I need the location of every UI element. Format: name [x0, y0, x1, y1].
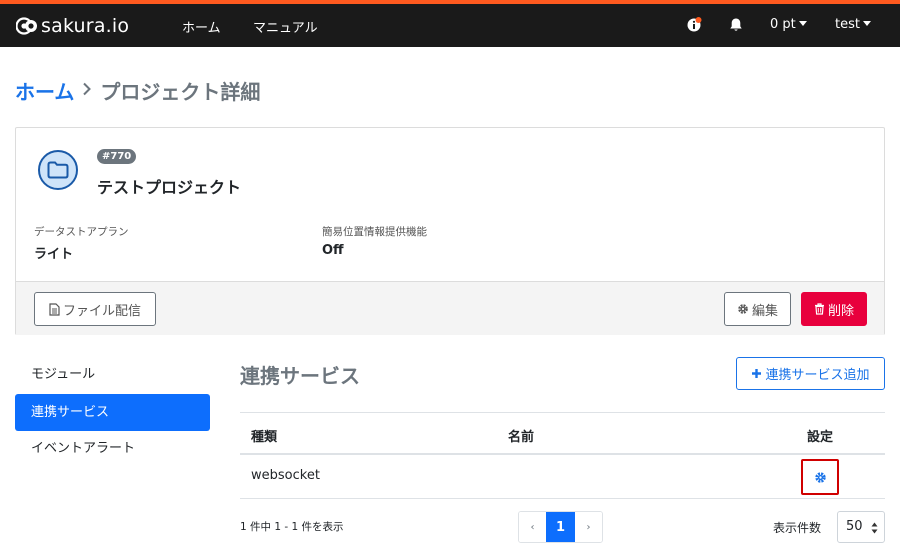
nav-manual-link[interactable]: マニュアル: [253, 17, 318, 36]
location-feature-label: 簡易位置情報提供機能: [322, 226, 427, 238]
user-dropdown[interactable]: test: [835, 17, 871, 32]
bell-icon[interactable]: [728, 17, 744, 33]
pagination-next-button[interactable]: ›: [575, 512, 602, 542]
plus-icon: [752, 369, 762, 378]
service-settings-button[interactable]: [801, 459, 839, 495]
file-delivery-button[interactable]: ファイル配信: [34, 292, 156, 326]
service-type-cell: websocket: [251, 468, 320, 483]
chevron-right-icon: [82, 80, 92, 101]
column-header-settings: 設定: [807, 430, 834, 445]
datastore-plan: データストアプラン ライト: [34, 224, 129, 262]
location-feature-value: Off: [322, 243, 344, 258]
location-feature: 簡易位置情報提供機能 Off: [322, 224, 427, 258]
add-service-label: 連携サービス追加: [765, 368, 870, 383]
breadcrumb: ホーム プロジェクト詳細: [15, 76, 260, 105]
nav-home-link[interactable]: ホーム: [182, 17, 221, 36]
add-service-button[interactable]: 連携サービス追加: [736, 357, 885, 390]
table-header: 種類 名前 設定: [240, 412, 885, 455]
pagination-page-1[interactable]: 1: [546, 512, 575, 542]
navbar: sakura.io ホーム マニュアル 0 pt test: [0, 4, 900, 47]
select-updown-icon: [871, 522, 878, 534]
file-icon: [49, 302, 60, 316]
sakura-logo-icon: [15, 16, 38, 36]
per-page-value: 50: [846, 519, 863, 534]
points-label: 0 pt: [770, 17, 796, 32]
sidebar-item-services[interactable]: 連携サービス: [15, 394, 210, 431]
datastore-plan-label: データストアプラン: [34, 226, 129, 238]
chevron-down-icon: [862, 21, 871, 26]
folder-icon: [38, 150, 78, 190]
file-delivery-label: ファイル配信: [62, 303, 141, 319]
services-table: 種類 名前 設定 websocket: [240, 412, 885, 499]
services-heading: 連携サービス: [240, 364, 360, 388]
card-footer: ファイル配信 編集 削除: [16, 281, 884, 335]
project-id-badge: #770: [97, 149, 137, 164]
sidebar-item-event-alert[interactable]: イベントアラート: [15, 430, 210, 467]
gear-icon: [814, 471, 826, 483]
result-count: 1 件中 1 - 1 件を表示: [240, 521, 344, 533]
edit-label: 編集: [751, 303, 778, 319]
pagination: ‹ 1 ›: [518, 511, 603, 543]
points-dropdown[interactable]: 0 pt: [770, 17, 807, 32]
sidebar-item-modules[interactable]: モジュール: [15, 356, 210, 393]
datastore-plan-value: ライト: [34, 247, 74, 262]
per-page-select[interactable]: 50: [837, 511, 885, 543]
column-header-type: 種類: [251, 430, 278, 445]
page-title: プロジェクト詳細: [100, 80, 261, 104]
breadcrumb-home-link[interactable]: ホーム: [15, 76, 74, 105]
gear-icon: [738, 304, 748, 314]
delete-button[interactable]: 削除: [801, 292, 867, 326]
pagination-prev-button[interactable]: ‹: [519, 512, 546, 542]
project-card: #770 テストプロジェクト データストアプラン ライト 簡易位置情報提供機能 …: [15, 127, 885, 335]
delete-label: 削除: [827, 303, 854, 319]
chevron-down-icon: [798, 21, 807, 26]
per-page-label: 表示件数: [773, 521, 822, 535]
edit-button[interactable]: 編集: [724, 292, 791, 326]
brand-name: sakura.io: [41, 15, 130, 37]
column-header-name: 名前: [508, 430, 535, 445]
table-row: websocket: [240, 455, 885, 499]
project-name: テストプロジェクト: [97, 178, 242, 197]
trash-icon: [814, 303, 824, 315]
user-label: test: [835, 17, 860, 32]
info-notification-icon[interactable]: [686, 17, 702, 33]
sakura-logo[interactable]: sakura.io: [15, 15, 130, 37]
